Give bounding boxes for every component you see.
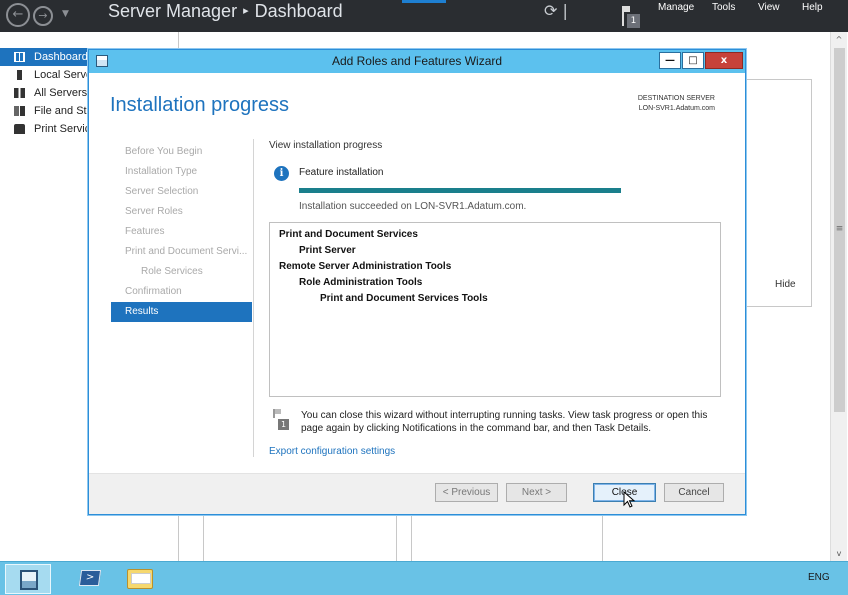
file-explorer-icon[interactable] xyxy=(127,569,153,589)
step-server-roles: Server Roles xyxy=(125,206,183,217)
background-panel xyxy=(746,79,812,307)
success-message: Installation succeeded on LON-SVR1.Adatu… xyxy=(299,201,527,212)
taskbar-server-manager[interactable] xyxy=(5,564,51,594)
add-roles-wizard: Add Roles and Features Wizard — □ x Inst… xyxy=(88,49,746,515)
powershell-icon[interactable]: > xyxy=(78,570,102,586)
left-nav: Dashboard Local Server All Servers File … xyxy=(0,48,90,138)
step-results[interactable]: Results xyxy=(111,302,252,322)
info-note: You can close this wizard without interr… xyxy=(301,410,708,434)
hide-link[interactable]: Hide xyxy=(775,279,796,290)
step-before-you-begin: Before You Begin xyxy=(125,146,203,157)
progress-bar xyxy=(299,188,621,193)
destination-value: LON-SVR1.Adatum.com xyxy=(638,105,715,112)
back-button[interactable]: ← xyxy=(6,3,30,27)
mouse-cursor-icon xyxy=(623,491,636,508)
menu-help[interactable]: Help xyxy=(802,0,823,16)
scroll-down-icon[interactable]: v xyxy=(831,546,847,562)
wizard-heading: Installation progress xyxy=(110,94,289,116)
nav-item-label: Print Services xyxy=(34,123,90,135)
background-divider xyxy=(602,515,603,561)
list-item: Print and Document Services xyxy=(279,229,418,240)
forward-button[interactable]: → xyxy=(33,6,53,26)
server-manager-icon xyxy=(20,570,38,590)
previous-button[interactable]: < Previous xyxy=(435,483,498,502)
language-indicator[interactable]: ENG xyxy=(808,572,830,583)
server-icon xyxy=(17,70,22,80)
step-installation-type: Installation Type xyxy=(125,166,198,177)
background-divider xyxy=(411,515,412,561)
breadcrumb: Server Manager ▸ Dashboard xyxy=(108,0,343,26)
menu-manage[interactable]: Manage xyxy=(658,0,694,16)
notifications-flag-icon[interactable]: 1 xyxy=(618,2,644,30)
wizard-app-icon xyxy=(96,55,108,67)
refresh-icon[interactable]: ⟳ | xyxy=(544,0,568,22)
nav-item-label: All Servers xyxy=(34,87,88,99)
nav-item-all-servers[interactable]: All Servers xyxy=(0,84,90,102)
background-divider xyxy=(203,515,204,561)
nav-item-label: File and Storage Services xyxy=(34,105,90,117)
file-storage-icon xyxy=(14,106,25,116)
nav-item-dashboard[interactable]: Dashboard xyxy=(0,48,90,66)
step-features: Features xyxy=(125,226,165,237)
dashboard-icon xyxy=(14,52,25,62)
wizard-title: Add Roles and Features Wizard xyxy=(331,54,503,68)
notification-count: 1 xyxy=(627,14,640,28)
grip-icon: ≡ xyxy=(835,224,844,234)
menu-tools[interactable]: Tools xyxy=(712,0,735,16)
wizard-footer: < Previous Next > Close Cancel xyxy=(89,474,745,514)
view-progress-label: View installation progress xyxy=(269,140,383,151)
destination-server: DESTINATION SERVER LON-SVR1.Adatum.com xyxy=(638,94,715,114)
steps-divider xyxy=(253,139,254,457)
background-divider xyxy=(396,515,397,561)
nav-item-file-storage[interactable]: File and Storage Services xyxy=(0,102,90,120)
wizard-steps: Before You Begin Installation Type Serve… xyxy=(111,142,252,322)
list-item: Print Server xyxy=(299,245,356,256)
list-item: Remote Server Administration Tools xyxy=(279,261,452,272)
scroll-thumb[interactable]: ≡ xyxy=(834,48,845,412)
results-list[interactable]: Print and Document Services Print Server… xyxy=(269,222,721,397)
note-badge: 1 xyxy=(278,419,289,430)
scroll-up-icon[interactable]: ^ xyxy=(831,32,847,48)
nav-item-label: Local Server xyxy=(34,69,90,81)
step-print-document-services: Print and Document Servi... xyxy=(125,246,248,257)
step-server-selection: Server Selection xyxy=(125,186,199,197)
nav-item-print-services[interactable]: Print Services xyxy=(0,120,90,138)
nav-item-local-server[interactable]: Local Server xyxy=(0,66,90,84)
destination-label: DESTINATION SERVER xyxy=(637,95,715,102)
notification-flag-icon: 1 xyxy=(273,409,289,431)
step-confirmation: Confirmation xyxy=(125,286,182,297)
breadcrumb-separator-icon: ▸ xyxy=(243,5,249,17)
server-manager-header: ← → ▼ Server Manager ▸ Dashboard ⟳ | 1 Man… xyxy=(0,0,848,32)
page-title: Dashboard xyxy=(254,1,343,21)
servers-icon xyxy=(14,88,25,98)
cancel-button[interactable]: Cancel xyxy=(664,483,724,502)
info-icon: i xyxy=(274,166,289,181)
minimize-button[interactable]: — xyxy=(659,52,681,69)
nav-item-label: Dashboard xyxy=(34,51,88,63)
list-item: Print and Document Services Tools xyxy=(320,293,488,304)
list-item: Role Administration Tools xyxy=(299,277,423,288)
window-close-button[interactable]: x xyxy=(705,52,743,69)
app-title: Server Manager xyxy=(108,1,238,21)
taskbar: > ENG xyxy=(0,561,848,595)
next-button[interactable]: Next > xyxy=(506,483,567,502)
progress-fill xyxy=(299,188,621,193)
accent-strip xyxy=(402,0,446,3)
printer-icon xyxy=(14,124,25,134)
scrollbar[interactable]: ^ ≡ v xyxy=(830,32,847,562)
history-dropdown-icon[interactable]: ▼ xyxy=(62,9,69,19)
export-configuration-link[interactable]: Export configuration settings xyxy=(269,446,395,457)
maximize-button[interactable]: □ xyxy=(682,52,704,69)
wizard-titlebar[interactable]: Add Roles and Features Wizard — □ x xyxy=(89,50,745,73)
step-role-services: Role Services xyxy=(141,266,203,277)
menu-view[interactable]: View xyxy=(758,0,780,16)
feature-installation-label: Feature installation xyxy=(299,167,384,178)
